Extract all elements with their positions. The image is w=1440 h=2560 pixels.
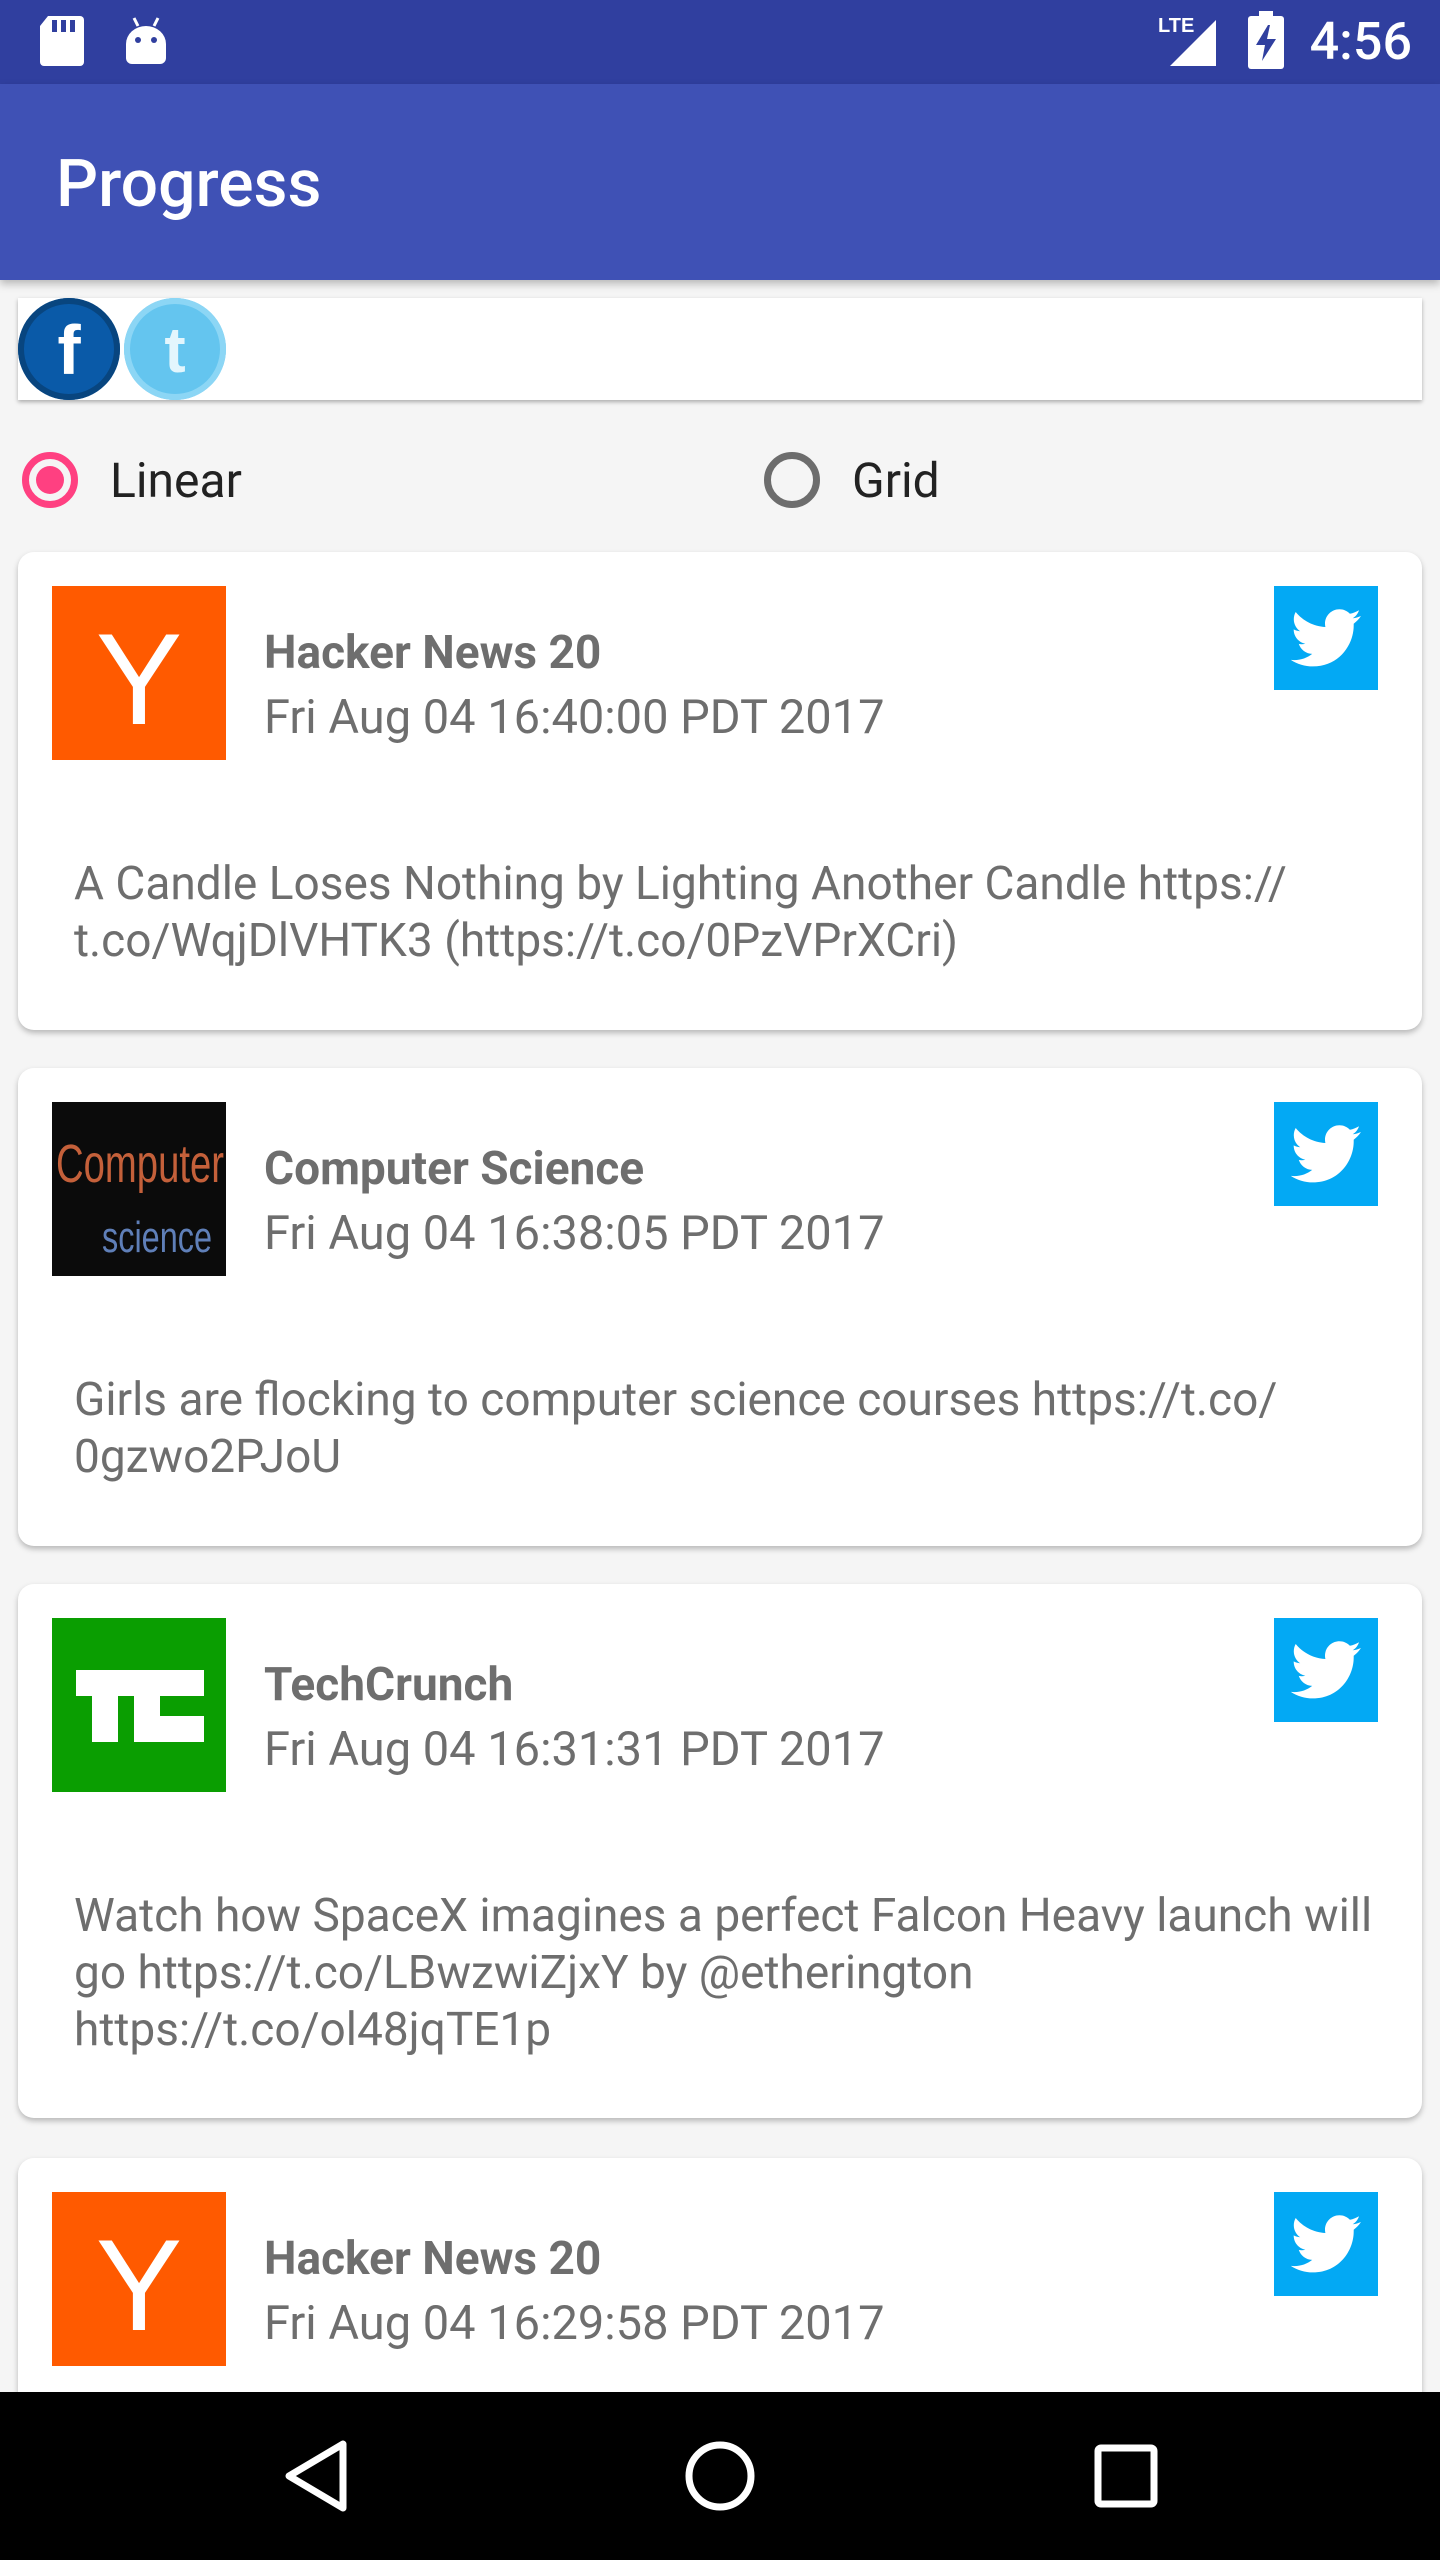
twitter-button[interactable]: t bbox=[124, 298, 226, 400]
computer-science-logo: Computer science bbox=[52, 1102, 226, 1276]
radio-linear[interactable]: Linear bbox=[22, 440, 242, 520]
card-date: Fri Aug 04 16:38:05 PDT 2017 bbox=[264, 1206, 885, 1261]
facebook-button[interactable]: f bbox=[18, 298, 120, 400]
card-source: TechCrunch bbox=[264, 1658, 514, 1712]
status-bar: LTE 4:56 bbox=[0, 0, 1440, 84]
svg-text:science: science bbox=[102, 1213, 212, 1262]
radio-checked-icon bbox=[22, 452, 78, 508]
radio-grid[interactable]: Grid bbox=[764, 440, 940, 520]
svg-text:Computer: Computer bbox=[56, 1134, 224, 1194]
radio-linear-label: Linear bbox=[110, 451, 242, 509]
home-button[interactable] bbox=[670, 2426, 770, 2526]
card-source: Computer Science bbox=[264, 1142, 645, 1196]
card-text: Girls are flocking to computer science c… bbox=[74, 1373, 1278, 1484]
navigation-bar bbox=[0, 2392, 1440, 2560]
radio-grid-label: Grid bbox=[852, 451, 940, 509]
layout-radio-group: Linear Grid bbox=[0, 440, 1440, 520]
svg-text:f: f bbox=[57, 314, 81, 384]
twitter-t-icon: t bbox=[164, 314, 185, 384]
twitter-icon bbox=[1274, 586, 1378, 690]
back-button[interactable] bbox=[266, 2426, 366, 2526]
twitter-icon bbox=[1274, 2192, 1378, 2296]
status-time: 4:56 bbox=[1309, 11, 1412, 72]
feed-card[interactable]: TechCrunch Fri Aug 04 16:31:31 PDT 2017 … bbox=[18, 1584, 1422, 2118]
sd-card-icon bbox=[40, 16, 84, 70]
signal-icon: LTE bbox=[1156, 12, 1222, 72]
card-source: Hacker News 20 bbox=[264, 2232, 602, 2286]
card-date: Fri Aug 04 16:40:00 PDT 2017 bbox=[264, 690, 885, 745]
card-date: Fri Aug 04 16:29:58 PDT 2017 bbox=[264, 2296, 885, 2351]
svg-text:t: t bbox=[164, 314, 185, 384]
card-source: Hacker News 20 bbox=[264, 626, 602, 680]
techcrunch-logo bbox=[52, 1618, 226, 1792]
hacker-news-logo: Y bbox=[52, 2192, 226, 2366]
app-bar: Progress bbox=[0, 84, 1440, 280]
social-bar: f t bbox=[18, 298, 1422, 400]
recents-button[interactable] bbox=[1076, 2426, 1176, 2526]
battery-icon bbox=[1247, 11, 1284, 73]
back-icon bbox=[285, 2440, 347, 2512]
card-date: Fri Aug 04 16:31:31 PDT 2017 bbox=[264, 1722, 885, 1777]
twitter-icon bbox=[1274, 1102, 1378, 1206]
svg-text:Y: Y bbox=[96, 2212, 183, 2358]
home-icon bbox=[685, 2441, 755, 2511]
page-title: Progress bbox=[56, 146, 322, 223]
svg-text:LTE: LTE bbox=[1158, 15, 1194, 37]
svg-text:Y: Y bbox=[96, 606, 183, 752]
facebook-icon: f bbox=[57, 314, 81, 384]
feed-card[interactable]: Y Hacker News 20 Fri Aug 04 16:40:00 PDT… bbox=[18, 552, 1422, 1030]
feed-card[interactable]: Computer science Computer Science Fri Au… bbox=[18, 1068, 1422, 1546]
hacker-news-logo: Y bbox=[52, 586, 226, 760]
android-icon bbox=[124, 16, 168, 70]
recents-icon bbox=[1094, 2444, 1158, 2508]
card-text: Watch how SpaceX imagines a perfect Falc… bbox=[74, 1889, 1373, 2057]
radio-unchecked-icon bbox=[764, 452, 820, 508]
twitter-icon bbox=[1274, 1618, 1378, 1722]
card-text: A Candle Loses Nothing by Lighting Anoth… bbox=[74, 857, 1287, 968]
